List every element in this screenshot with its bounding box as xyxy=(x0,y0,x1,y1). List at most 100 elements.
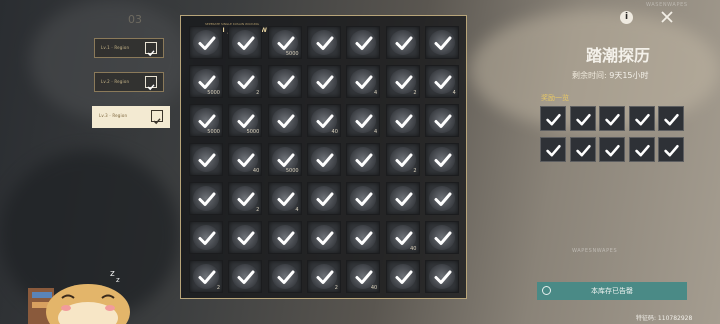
check-icon xyxy=(605,113,620,126)
reward-item[interactable] xyxy=(628,106,655,131)
board-cell[interactable] xyxy=(385,182,420,215)
board-cell[interactable]: 5000 xyxy=(189,65,223,98)
check-icon xyxy=(237,114,255,128)
board-cell[interactable]: 40 xyxy=(228,143,263,176)
board-cell[interactable]: 5000 xyxy=(228,104,263,137)
board-cell[interactable] xyxy=(385,104,420,137)
side-tab-3-active[interactable]: Lv.3 · Region xyxy=(92,106,170,128)
board-cell[interactable]: 5000 xyxy=(267,26,302,59)
board-cell[interactable] xyxy=(228,221,263,254)
board-cell[interactable] xyxy=(189,26,223,59)
item-count: 4 xyxy=(452,90,456,96)
event-title: 踏潮探历 xyxy=(586,46,651,65)
check-icon xyxy=(434,270,452,284)
board-cell[interactable]: 4 xyxy=(346,104,381,137)
remaining-value: 9天15小时 xyxy=(609,71,649,80)
board-cell[interactable] xyxy=(424,182,459,215)
board-cell[interactable] xyxy=(189,182,223,215)
board-cell[interactable] xyxy=(306,143,341,176)
reward-item[interactable] xyxy=(540,137,566,162)
reward-item[interactable] xyxy=(540,106,566,131)
check-icon xyxy=(575,113,591,126)
check-icon xyxy=(434,153,452,167)
board-cell[interactable] xyxy=(228,260,263,293)
reward-item[interactable] xyxy=(569,106,596,131)
board-cell[interactable]: 2 xyxy=(228,65,263,98)
check-icon xyxy=(546,144,561,157)
item-count: 40 xyxy=(252,168,260,174)
item-count: 4 xyxy=(295,207,299,213)
item-count: 2 xyxy=(413,168,417,174)
board-cell[interactable]: 5000 xyxy=(189,104,223,137)
board-cell[interactable] xyxy=(267,260,302,293)
check-icon xyxy=(355,192,373,206)
board-cell[interactable] xyxy=(306,221,341,254)
board-cell[interactable]: 4 xyxy=(267,182,302,215)
check-icon xyxy=(395,36,412,50)
board-cell[interactable]: 2 xyxy=(306,260,341,293)
board-cell[interactable]: 2 xyxy=(189,260,223,293)
reward-item[interactable] xyxy=(658,106,684,131)
check-icon xyxy=(151,110,163,125)
board-cell[interactable] xyxy=(385,260,420,293)
board-cell[interactable]: 2 xyxy=(385,65,420,98)
side-tab-2[interactable]: Lv.2 · Region xyxy=(94,72,164,92)
board-cell[interactable]: 2 xyxy=(385,143,420,176)
check-icon xyxy=(277,75,295,89)
board-cell[interactable]: 40 xyxy=(306,104,341,137)
side-tab-label: Lv.1 · Region xyxy=(101,45,130,50)
reward-item[interactable] xyxy=(569,137,596,162)
board-cell[interactable] xyxy=(228,26,263,59)
check-icon xyxy=(395,153,412,167)
board-cell[interactable] xyxy=(424,143,459,176)
board-cell[interactable]: 2 xyxy=(228,182,263,215)
board-cell[interactable] xyxy=(306,182,341,215)
reward-item[interactable] xyxy=(658,137,684,162)
reward-item[interactable] xyxy=(599,106,625,131)
check-icon xyxy=(237,75,255,89)
board-cell[interactable] xyxy=(346,221,381,254)
check-icon xyxy=(145,42,157,57)
board-cell[interactable] xyxy=(306,26,341,59)
board-cell[interactable]: 4 xyxy=(346,65,381,98)
board-cell[interactable] xyxy=(306,65,341,98)
board-cell[interactable] xyxy=(346,143,381,176)
board-cell[interactable] xyxy=(385,26,420,59)
board-cell[interactable]: 5000 xyxy=(267,143,302,176)
close-icon[interactable] xyxy=(659,9,675,25)
board-cell[interactable]: 40 xyxy=(385,221,420,254)
board-cell[interactable] xyxy=(424,260,459,293)
check-icon xyxy=(198,270,216,284)
check-icon xyxy=(277,114,295,128)
board-cell[interactable] xyxy=(346,26,381,59)
check-icon xyxy=(434,231,452,245)
board-cell[interactable] xyxy=(267,104,302,137)
board-cell[interactable] xyxy=(424,26,459,59)
check-icon xyxy=(198,75,216,89)
board-cell[interactable] xyxy=(267,221,302,254)
board-cell[interactable] xyxy=(189,221,223,254)
game-screen: WASENWAPES WAPESNWAPES 03 Lv.1 · Region … xyxy=(0,0,720,324)
item-count: 5000 xyxy=(285,51,299,57)
check-icon xyxy=(355,270,373,284)
status-bar: 本库存已告罄 xyxy=(537,282,687,300)
check-icon xyxy=(277,153,295,167)
item-count: 40 xyxy=(410,246,417,252)
side-tab-1[interactable]: Lv.1 · Region xyxy=(94,38,164,58)
check-icon xyxy=(198,114,216,128)
check-icon xyxy=(316,231,334,245)
board-cell[interactable] xyxy=(189,143,223,176)
board-cell[interactable] xyxy=(424,104,459,137)
board-cell[interactable] xyxy=(424,221,459,254)
board-cell[interactable] xyxy=(346,182,381,215)
board-cell[interactable]: 40 xyxy=(346,260,381,293)
side-tab-label: Lv.2 · Region xyxy=(101,79,130,84)
check-icon xyxy=(198,153,216,167)
reward-item[interactable] xyxy=(599,137,625,162)
check-icon xyxy=(395,270,412,284)
board-cell[interactable]: 4 xyxy=(424,65,459,98)
check-icon xyxy=(316,36,334,50)
reward-item[interactable] xyxy=(628,137,655,162)
info-button[interactable]: i xyxy=(620,11,633,24)
board-cell[interactable] xyxy=(267,65,302,98)
